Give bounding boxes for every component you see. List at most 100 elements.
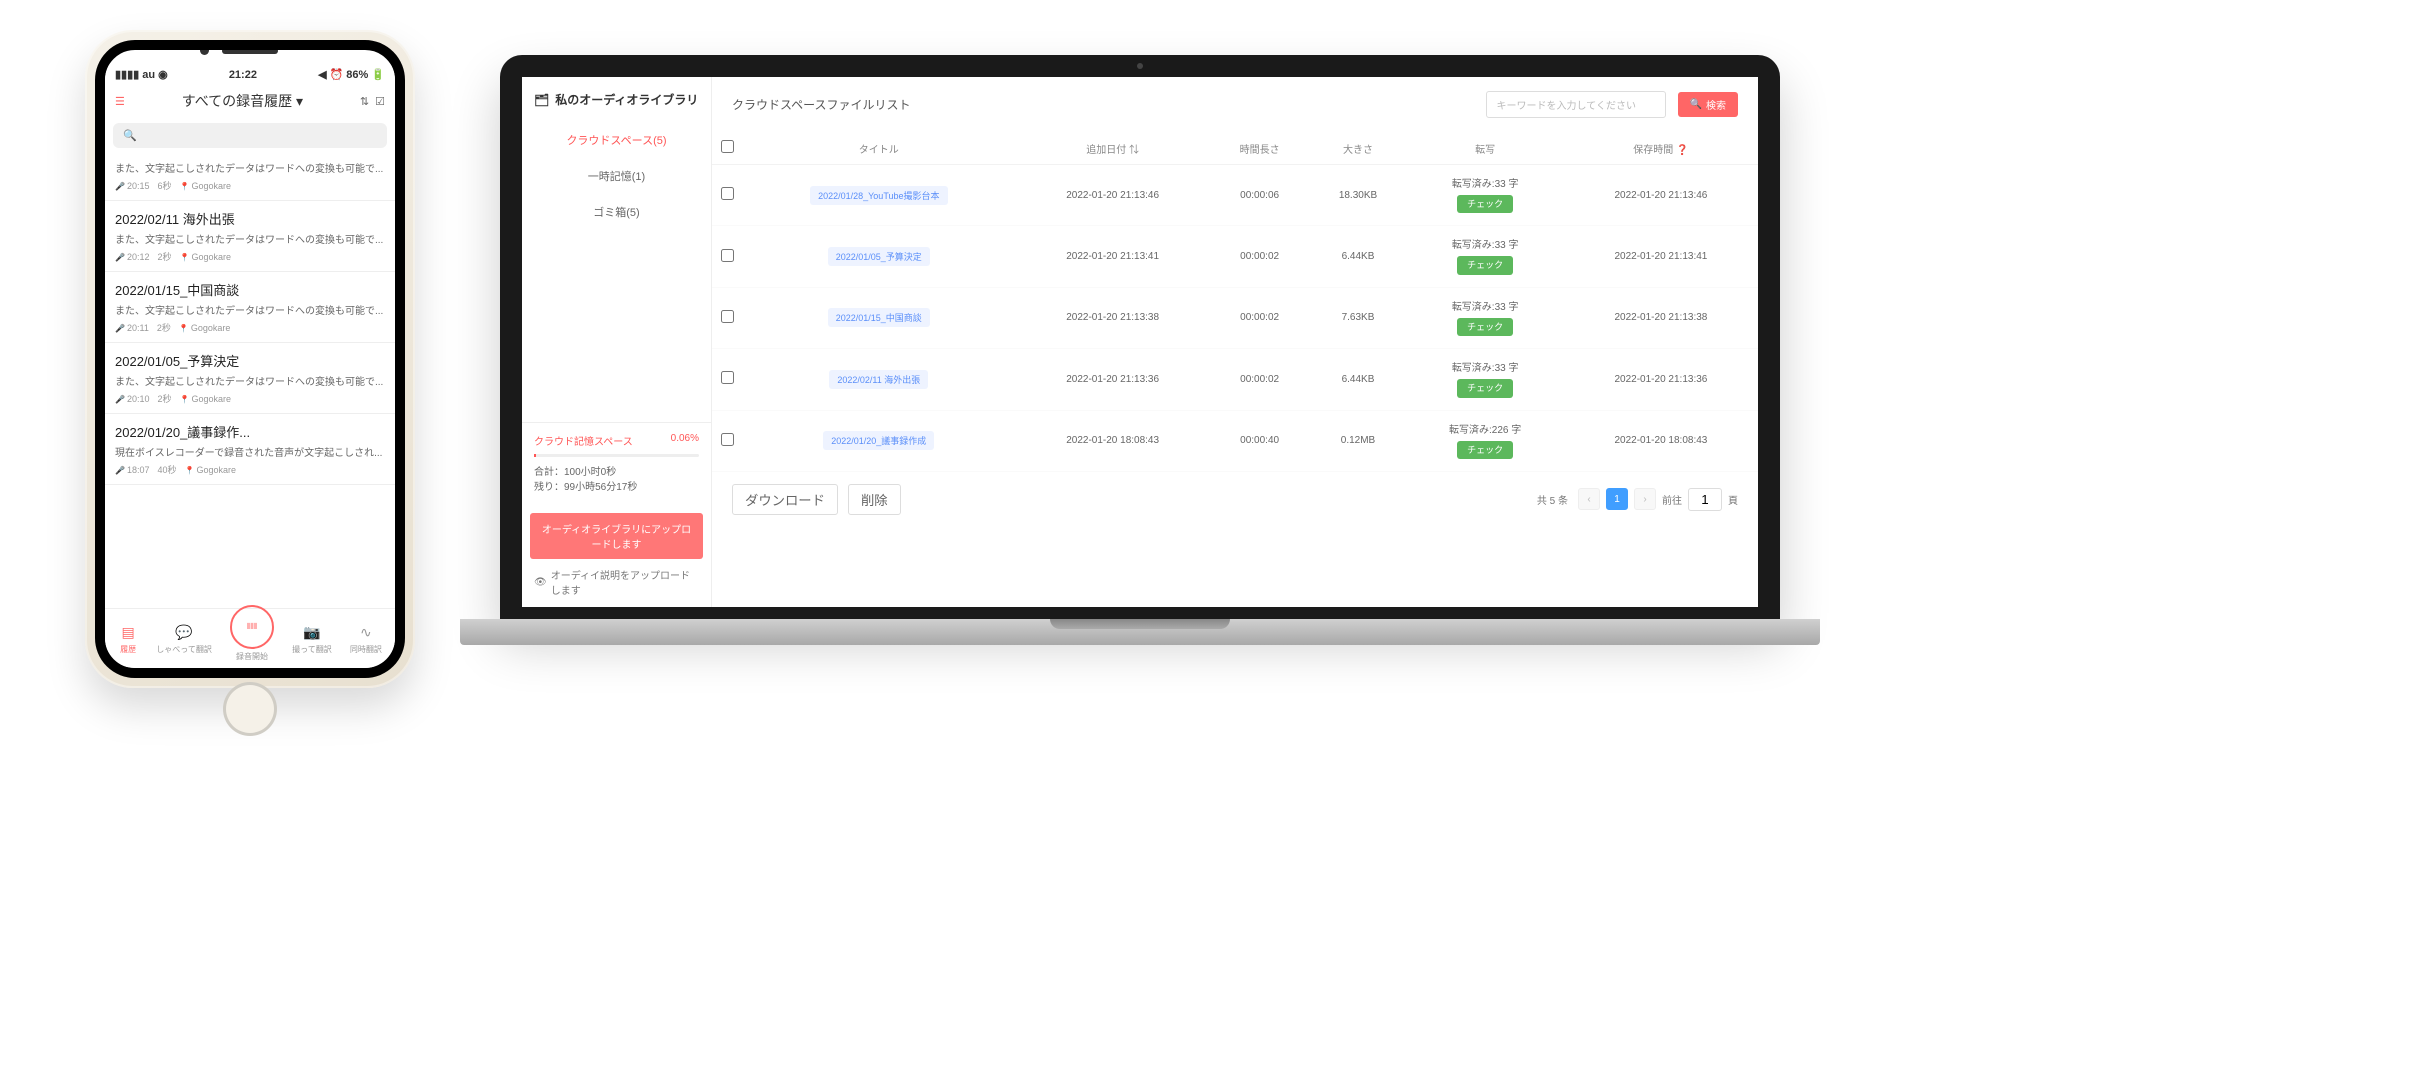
check-button[interactable]: チェック bbox=[1457, 195, 1513, 213]
cell-transcribe: 転写済み:226 字 bbox=[1414, 423, 1555, 439]
cell-duration: 00:00:40 bbox=[1210, 410, 1310, 471]
upload-button[interactable]: オーディオライブラリにアップロードします bbox=[530, 513, 703, 559]
nav-label: 履歴 bbox=[120, 644, 136, 655]
item-time: 20:10 bbox=[115, 394, 150, 404]
record-icon: ⦀⦀⦀ bbox=[230, 605, 274, 649]
storage-panel: クラウド記憶スペース 0.06% 合計：100小时0秒 残り：99小時56分17… bbox=[522, 422, 711, 505]
item-duration: 2秒 bbox=[157, 321, 171, 334]
list-item[interactable]: 2022/01/15_中国商談 また、文字起こしされたデータはワードへの変換も可… bbox=[105, 272, 395, 343]
nav-label: 録音開始 bbox=[236, 651, 268, 662]
col-title: タイトル bbox=[742, 132, 1016, 165]
row-checkbox[interactable] bbox=[721, 433, 734, 446]
select-all-checkbox[interactable] bbox=[721, 140, 734, 153]
select-icon[interactable]: ☑ bbox=[375, 95, 385, 108]
check-button[interactable]: チェック bbox=[1457, 318, 1513, 336]
prev-page-button[interactable]: ‹ bbox=[1578, 488, 1600, 510]
file-title-tag[interactable]: 2022/02/11 海外出張 bbox=[829, 370, 928, 389]
carrier-label: au bbox=[142, 69, 155, 81]
list-item[interactable]: 2022/02/11 海外出張 また、文字起こしされたデータはワードへの変換も可… bbox=[105, 201, 395, 272]
col-date[interactable]: 追加日付 ⇅ bbox=[1016, 132, 1210, 165]
table-footer: ダウンロード 削除 共 5 条 ‹ 1 › 前往 頁 bbox=[712, 472, 1758, 527]
table-row: 2022/02/11 海外出張2022-01-20 21:13:3600:00:… bbox=[712, 349, 1758, 410]
page-1-button[interactable]: 1 bbox=[1606, 488, 1628, 510]
cell-size: 6.44KB bbox=[1310, 226, 1407, 287]
check-button[interactable]: チェック bbox=[1457, 441, 1513, 459]
location-icon: ◀ bbox=[318, 68, 326, 81]
cell-size: 6.44KB bbox=[1310, 349, 1407, 410]
table-row: 2022/01/20_議事録作成 2022-01-20 18:08:4300:00… bbox=[712, 410, 1758, 471]
download-button[interactable]: ダウンロード bbox=[732, 484, 838, 515]
item-desc: 現在ボイスレコーダーで録音された音声が文字起こしされ... bbox=[115, 444, 385, 459]
row-checkbox[interactable] bbox=[721, 310, 734, 323]
library-icon: 🗂 bbox=[534, 93, 549, 107]
list-item[interactable]: 2022/01/05_予算決定 また、文字起こしされたデータはワードへの変換も可… bbox=[105, 343, 395, 414]
phone-speaker bbox=[222, 48, 278, 54]
file-title-tag[interactable]: 2022/01/28_YouTube撮影台本 bbox=[810, 186, 947, 205]
item-time: 20:15 bbox=[115, 181, 150, 191]
nav-history[interactable]: ▤ 履歴 bbox=[118, 622, 138, 655]
alarm-icon: ⏰ bbox=[330, 68, 344, 81]
cell-date: 2022-01-20 21:13:46 bbox=[1016, 165, 1210, 226]
cell-transcribe: 転写済み:33 字 bbox=[1414, 177, 1555, 193]
upload-desc[interactable]: 👁 オーディイ説明をアップロードします bbox=[522, 567, 711, 607]
item-title: 2022/01/05_予算決定 bbox=[115, 351, 385, 370]
cell-transcribe: 転写済み:33 字 bbox=[1414, 300, 1555, 316]
battery-icon: 🔋 bbox=[371, 68, 385, 81]
list-item[interactable]: また、文字起こしされたデータはワードへの変換も可能で... 20:15 6秒 G… bbox=[105, 152, 395, 201]
page-title[interactable]: すべての録音履歴 ▾ bbox=[133, 91, 352, 111]
cell-duration: 00:00:02 bbox=[1210, 287, 1310, 348]
check-button[interactable]: チェック bbox=[1457, 379, 1513, 397]
sort-icon[interactable]: ⇅ bbox=[360, 95, 369, 108]
storage-title: クラウド記憶スペース bbox=[534, 433, 633, 448]
item-desc: また、文字起こしされたデータはワードへの変換も可能で... bbox=[115, 160, 385, 175]
cell-date: 2022-01-20 18:08:43 bbox=[1016, 410, 1210, 471]
delete-button[interactable]: 削除 bbox=[848, 484, 901, 515]
nav-speak-translate[interactable]: 💬 しゃべって翻訳 bbox=[156, 622, 212, 655]
item-desc: また、文字起こしされたデータはワードへの変換も可能で... bbox=[115, 373, 385, 388]
check-button[interactable]: チェック bbox=[1457, 256, 1513, 274]
file-title-tag[interactable]: 2022/01/05_予算決定 bbox=[828, 247, 930, 266]
file-title-tag[interactable]: 2022/01/15_中国商談 bbox=[828, 308, 930, 327]
cell-duration: 00:00:06 bbox=[1210, 165, 1310, 226]
cell-date: 2022-01-20 21:13:41 bbox=[1016, 226, 1210, 287]
goto-input[interactable] bbox=[1688, 488, 1722, 511]
cell-date: 2022-01-20 21:13:36 bbox=[1016, 349, 1210, 410]
item-desc: また、文字起こしされたデータはワードへの変換も可能で... bbox=[115, 302, 385, 317]
storage-total-label: 合計： bbox=[534, 467, 564, 478]
row-checkbox[interactable] bbox=[721, 187, 734, 200]
nav-record[interactable]: ⦀⦀⦀ 録音開始 bbox=[230, 615, 274, 662]
col-duration: 時間長さ bbox=[1210, 132, 1310, 165]
item-duration: 2秒 bbox=[158, 392, 172, 405]
nav-simultaneous[interactable]: ∿ 同時翻訳 bbox=[350, 622, 382, 655]
item-duration: 2秒 bbox=[158, 250, 172, 263]
clock-label: 21:22 bbox=[229, 69, 257, 81]
search-input[interactable]: 🔍 bbox=[113, 123, 387, 148]
iphone-mockup: ▮▮▮▮ au ◉ 21:22 ◀ ⏰ 86% 🔋 ☰ すべての録音履歴 ▾ ⇅… bbox=[85, 30, 415, 688]
camera-icon: 📷 bbox=[302, 622, 322, 642]
nav-photo-translate[interactable]: 📷 撮って翻訳 bbox=[292, 622, 332, 655]
row-checkbox[interactable] bbox=[721, 249, 734, 262]
cell-duration: 00:00:02 bbox=[1210, 349, 1310, 410]
home-button[interactable] bbox=[223, 682, 277, 736]
search-input[interactable]: キーワードを入力してください bbox=[1486, 91, 1666, 118]
history-icon: ▤ bbox=[118, 622, 138, 642]
table-row: 2022/01/05_予算決定2022-01-20 21:13:4100:00:… bbox=[712, 226, 1758, 287]
item-time: 20:12 bbox=[115, 252, 150, 262]
cell-transcribe: 転写済み:33 字 bbox=[1414, 238, 1555, 254]
menu-icon[interactable]: ☰ bbox=[115, 95, 125, 108]
macbook-mockup: 🗂 私のオーディオライブラリ クラウドスペース(5) 一時記憶(1) ゴミ箱(5… bbox=[500, 55, 1780, 645]
cell-saved: 2022-01-20 21:13:36 bbox=[1564, 349, 1758, 410]
item-time: 20:11 bbox=[115, 323, 149, 333]
item-duration: 40秒 bbox=[158, 463, 177, 476]
item-time: 18:07 bbox=[115, 465, 150, 475]
sidebar-item-trash[interactable]: ゴミ箱(5) bbox=[522, 194, 711, 230]
file-title-tag[interactable]: 2022/01/20_議事録作成 bbox=[823, 431, 934, 450]
eye-icon: 👁 bbox=[534, 577, 547, 588]
row-checkbox[interactable] bbox=[721, 371, 734, 384]
sidebar-item-cloud[interactable]: クラウドスペース(5) bbox=[522, 122, 711, 158]
list-item[interactable]: 2022/01/20_議事録作... 現在ボイスレコーダーで録音された音声が文字… bbox=[105, 414, 395, 485]
next-page-button[interactable]: › bbox=[1634, 488, 1656, 510]
speech-icon: 💬 bbox=[174, 622, 194, 642]
search-button[interactable]: 🔍 検索 bbox=[1678, 92, 1738, 117]
sidebar-item-temp[interactable]: 一時記憶(1) bbox=[522, 158, 711, 194]
